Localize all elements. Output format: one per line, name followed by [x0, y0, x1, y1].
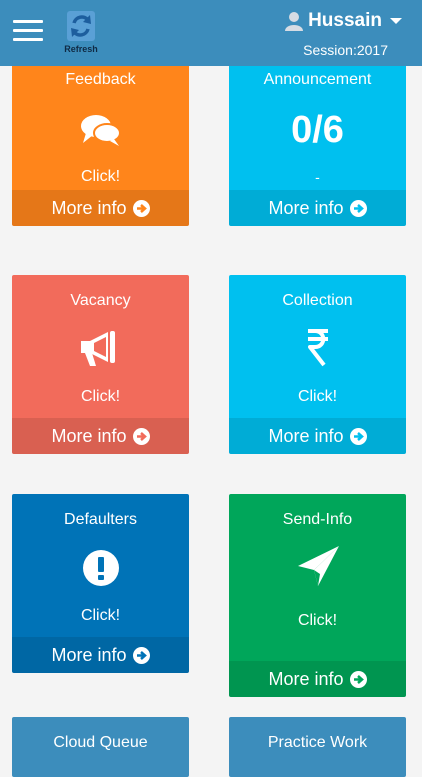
tile-action-label: Click!	[80, 388, 121, 405]
tile-action-label: Click!	[297, 388, 338, 405]
tile-title: Cloud Queue	[53, 734, 148, 751]
send-info-tile[interactable]: Send-Info Click! More info	[229, 494, 406, 697]
arrow-circle-right-icon	[349, 670, 367, 688]
user-icon	[285, 12, 304, 31]
megaphone-icon	[12, 329, 189, 372]
defaulters-tile[interactable]: Defaulters Click! More info	[12, 494, 189, 673]
more-info-link[interactable]: More info	[12, 637, 189, 673]
tile-title: Vacancy	[70, 292, 131, 309]
tile-title: Collection	[282, 292, 353, 309]
refresh-label: Refresh	[64, 44, 98, 54]
announcement-subtext: -	[315, 169, 320, 185]
exclamation-circle-icon	[12, 549, 189, 592]
more-info-label: More info	[51, 197, 127, 218]
more-info-label: More info	[51, 425, 127, 446]
refresh-button[interactable]: Refresh	[62, 10, 100, 56]
announcement-count: 0/6	[291, 109, 344, 151]
more-info-label: More info	[268, 425, 344, 446]
user-menu[interactable]: Hussain	[284, 9, 402, 33]
user-name: Hussain	[308, 10, 382, 31]
tile-title: Defaulters	[64, 511, 137, 528]
collection-tile[interactable]: Collection Click! More info	[229, 275, 406, 454]
arrow-circle-right-icon	[349, 427, 367, 445]
practice-work-tile[interactable]: Practice Work	[229, 717, 406, 777]
arrow-circle-right-icon	[132, 427, 150, 445]
more-info-link[interactable]: More info	[229, 661, 406, 697]
more-info-link[interactable]: More info	[229, 190, 406, 226]
session-label: Session:2017	[303, 42, 388, 58]
menu-icon[interactable]	[13, 20, 43, 42]
more-info-link[interactable]: More info	[229, 418, 406, 454]
tile-title: Announcement	[263, 71, 372, 88]
tile-action-label: Click!	[80, 607, 121, 624]
feedback-tile[interactable]: Feedback Click! More info	[12, 47, 189, 226]
more-info-label: More info	[51, 644, 127, 665]
more-info-label: More info	[268, 197, 344, 218]
more-info-link[interactable]: More info	[12, 190, 189, 226]
more-info-label: More info	[268, 668, 344, 689]
more-info-link[interactable]: More info	[12, 418, 189, 454]
refresh-icon	[67, 11, 95, 41]
chevron-down-icon	[390, 18, 402, 24]
comments-icon	[12, 113, 189, 152]
paper-plane-icon	[229, 544, 406, 593]
arrow-circle-right-icon	[132, 199, 150, 217]
vacancy-tile[interactable]: Vacancy Click! More info	[12, 275, 189, 454]
cloud-queue-tile[interactable]: Cloud Queue	[12, 717, 189, 777]
tile-action-label: Click!	[297, 612, 338, 629]
announcement-tile[interactable]: Announcement 0/6 - More info	[229, 47, 406, 226]
rupee-icon	[229, 327, 406, 372]
tile-action-label: Click!	[80, 168, 121, 185]
arrow-circle-right-icon	[349, 199, 367, 217]
tile-title: Practice Work	[267, 734, 368, 751]
top-bar: Refresh Hussain Session:2017	[0, 0, 422, 66]
arrow-circle-right-icon	[132, 646, 150, 664]
tile-title: Feedback	[65, 71, 136, 88]
tile-title: Send-Info	[282, 511, 353, 528]
